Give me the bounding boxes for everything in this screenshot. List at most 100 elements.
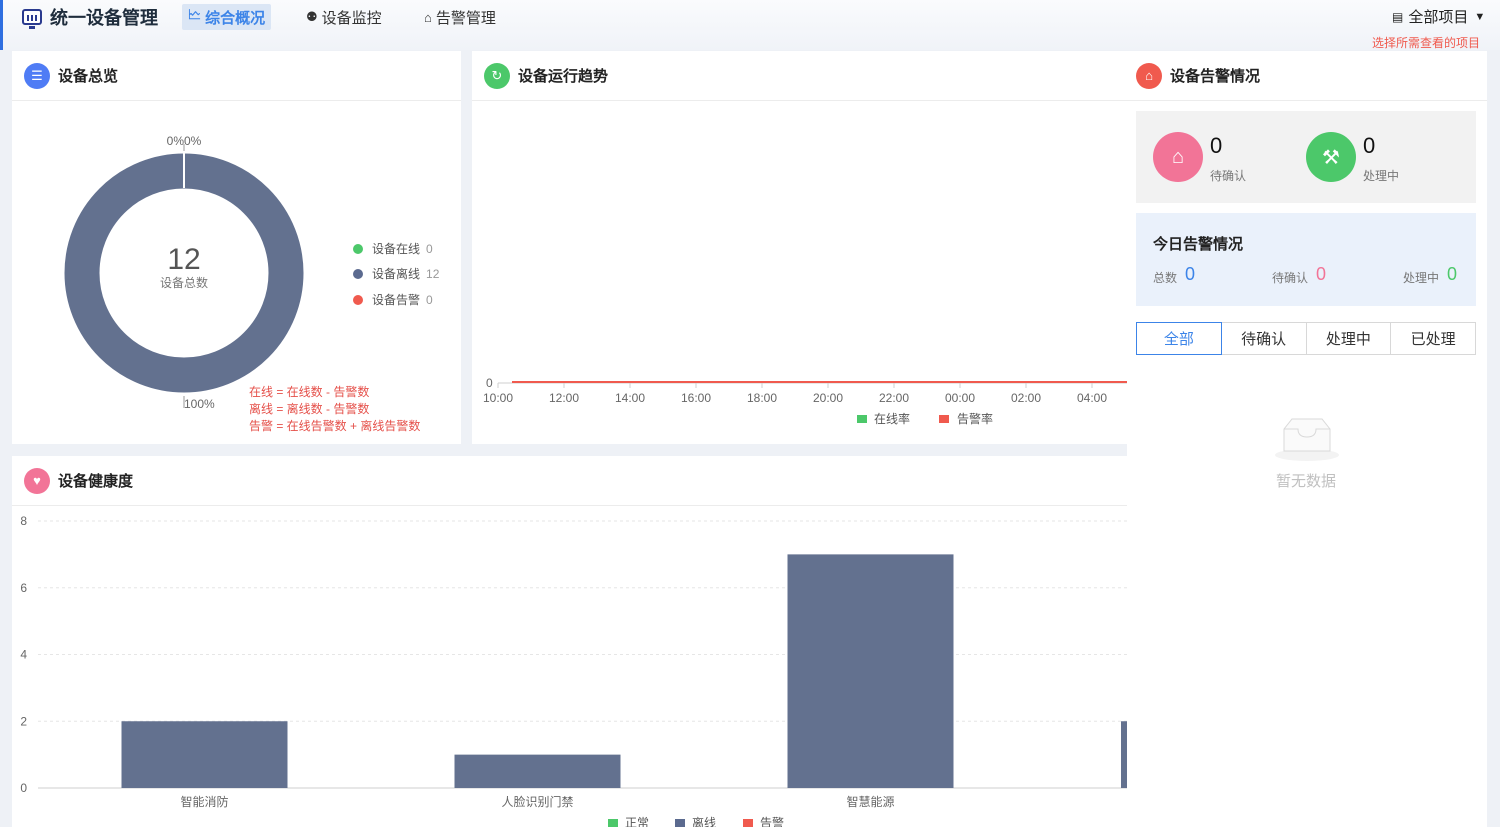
health-x-tick-label: 智慧能源 <box>846 794 894 809</box>
nav-alarm[interactable]: ⌂ 告警管理 <box>418 4 502 30</box>
tab-processing[interactable]: 处理中 <box>1305 322 1392 355</box>
project-selector-label: 全部项目 <box>1408 9 1469 26</box>
processing-label: 处理中 <box>1363 169 1400 183</box>
processing-count: 0 <box>1363 133 1376 158</box>
health-bar <box>787 554 954 788</box>
legend-dot <box>353 294 363 305</box>
trend-x-tick-label: 04:00 <box>1077 391 1107 405</box>
health-y-tick-label: 4 <box>20 648 27 662</box>
today-title: 今日告警情况 <box>1153 236 1244 253</box>
top-percent-label: 0%0% <box>167 134 202 148</box>
top-bar: 统一设备管理 🗠 综合概况 ⚉ 设备监控 ⌂ 告警管理 ▤ 全部项目 ▼ 选择所… <box>0 0 1500 50</box>
trend-x-tick-label: 12:00 <box>549 391 579 405</box>
legend-label: 设备离线 <box>372 267 421 281</box>
trend-legend-online[interactable]: 在线率 <box>874 411 910 426</box>
tab-processed[interactable]: 已处理 <box>1390 322 1476 355</box>
alarm-status-tabs: 全部 待确认 处理中 已处理 <box>1136 322 1476 355</box>
nav-monitor-label: 设备监控 <box>321 9 382 27</box>
health-bar <box>121 721 288 788</box>
total-count: 12 <box>167 243 200 276</box>
tools-icon: ⚒ <box>1306 132 1356 182</box>
legend-label: 设备告警 <box>372 293 421 307</box>
line-chart-icon: 🗠 <box>188 7 202 22</box>
today-total-value: 0 <box>1185 264 1196 284</box>
legend-dot <box>353 268 363 279</box>
health-y-tick-label: 8 <box>20 514 27 528</box>
legend-count: 0 <box>426 292 433 307</box>
siren-icon: ⌂ <box>1153 132 1203 182</box>
empty-text: 暂无数据 <box>1276 473 1337 490</box>
alarm-house-icon: ⌂ <box>424 9 432 25</box>
caret-down-icon: ▼ <box>1474 10 1486 23</box>
health-panel: ♥ 设备健康度 02468 智能消防 人脸识别门禁 智慧能源 正常 离线 告警 <box>12 456 1127 827</box>
trend-x-tick-label: 16:00 <box>681 391 711 405</box>
health-y-tick-label: 6 <box>20 581 27 595</box>
monitor-icon <box>22 9 42 29</box>
alarm-house-icon: ⌂ <box>1136 62 1162 89</box>
health-legend-normal-swatch <box>608 819 618 827</box>
bottom-percent-label: 100% <box>184 397 215 411</box>
health-legend-alarm[interactable]: 告警 <box>760 815 784 827</box>
legend-count: 0 <box>426 241 433 256</box>
legend-label: 设备在线 <box>372 242 421 256</box>
building-icon: ▤ <box>1392 9 1404 24</box>
project-selector[interactable]: ▤ 全部项目 ▼ <box>1392 6 1485 27</box>
trend-legend-alarm-swatch <box>939 415 949 423</box>
tab-all[interactable]: 全部 <box>1136 322 1222 355</box>
pending-label: 待确认 <box>1210 169 1247 183</box>
today-total-label: 总数 <box>1153 271 1178 285</box>
alarm-title: 设备告警情况 <box>1170 68 1261 85</box>
health-x-tick-label: 人脸识别门禁 <box>501 794 573 809</box>
trend-x-tick-label: 14:00 <box>615 391 645 405</box>
today-processing-label: 处理中 <box>1403 271 1440 285</box>
formula-alarm: 告警 = 在线告警数 + 离线告警数 <box>249 419 421 433</box>
health-bar-chart: 0 2 4 6 8 智能消防 人脸识别门禁 智慧能源 正常 离线 告警 <box>20 514 1127 827</box>
alarm-panel: ⌂ 设备告警情况 ⌂ 0 待确认 ⚒ 0 处理中 今日告警情况 总数 0 待确认… <box>1127 51 1487 827</box>
health-legend-offline-swatch <box>675 819 685 827</box>
overview-panel: ☰ 设备总览 12 设备总数 0%0% 100% 设备在线 0 设备离线 12 … <box>12 51 461 444</box>
legend-online[interactable]: 设备在线 0 <box>353 240 433 257</box>
trend-legend-alarm[interactable]: 告警率 <box>957 411 993 426</box>
trend-x-tick-label: 20:00 <box>813 391 843 405</box>
app-title: 统一设备管理 <box>50 8 158 28</box>
app-brand[interactable]: 统一设备管理 <box>22 6 158 29</box>
health-x-tick-label: 智能消防 <box>180 794 228 809</box>
today-alarm-box: 今日告警情况 总数 0 待确认 0 处理中 0 <box>1136 213 1476 306</box>
legend-dot <box>353 243 363 254</box>
health-bar <box>454 754 621 788</box>
legend-offline[interactable]: 设备离线 12 <box>353 265 439 282</box>
health-y-tick-label: 2 <box>20 714 27 728</box>
nav-monitor[interactable]: ⚉ 设备监控 <box>300 4 388 30</box>
legend-alarm[interactable]: 设备告警 0 <box>353 291 433 308</box>
formula-online: 在线 = 在线数 - 告警数 <box>249 385 370 399</box>
trend-x-tick-label: 18:00 <box>747 391 777 405</box>
trend-chart: 0 10:00 12:00 14:00 16:00 18:00 20:00 22:00 00:… <box>483 376 1127 426</box>
location-pin-icon: ⚉ <box>306 9 318 24</box>
legend-count: 12 <box>426 266 440 281</box>
alarm-header: ⌂ 设备告警情况 <box>1127 51 1487 101</box>
accent-edge <box>0 0 3 50</box>
trend-x-tick-label: 00:00 <box>945 391 975 405</box>
nav-alarm-label: 告警管理 <box>435 9 496 27</box>
today-processing-value: 0 <box>1447 264 1458 284</box>
health-legend-normal[interactable]: 正常 <box>625 816 649 827</box>
trend-panel: ↻ 设备运行趋势 0 10:00 12:00 14:00 16:00 18:00 20:0… <box>472 51 1127 444</box>
today-pending-label: 待确认 <box>1272 271 1309 285</box>
project-hint: 选择所需查看的项目 <box>1372 36 1481 50</box>
trend-x-tick-label: 10:00 <box>483 391 513 405</box>
health-legend-offline[interactable]: 离线 <box>692 815 716 827</box>
tab-pending[interactable]: 待确认 <box>1220 322 1307 355</box>
pending-count: 0 <box>1210 133 1223 158</box>
today-pending-value: 0 <box>1316 264 1327 284</box>
trend-x-tick-label: 22:00 <box>879 391 909 405</box>
nav-overview[interactable]: 🗠 综合概况 <box>182 4 272 30</box>
trend-legend-online-swatch <box>857 415 867 423</box>
total-label: 设备总数 <box>160 275 208 290</box>
trend-y-label: 0 <box>486 376 493 390</box>
empty-inbox-icon <box>1275 418 1339 461</box>
nav-overview-label: 综合概况 <box>205 9 266 27</box>
health-legend-alarm-swatch <box>743 819 753 827</box>
trend-x-tick-label: 02:00 <box>1011 391 1041 405</box>
health-y-tick-label: 0 <box>20 781 27 795</box>
health-bar-partial <box>1121 721 1127 788</box>
